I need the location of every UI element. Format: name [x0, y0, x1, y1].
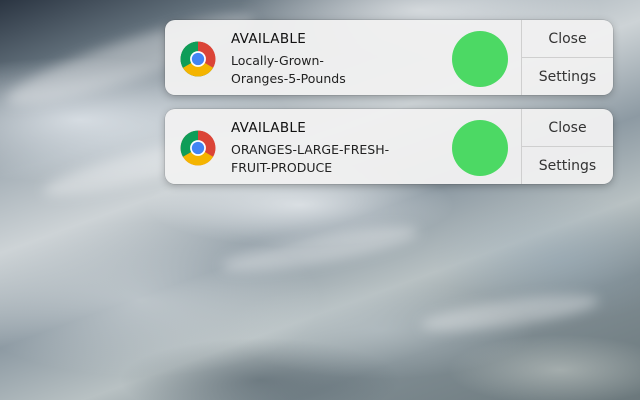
notification-message-line: ORANGES-LARGE-FRESH-	[231, 142, 390, 157]
notification-message: Locally-Grown- Oranges-5-Pounds	[231, 52, 431, 88]
notification-content[interactable]: AVAILABLE ORANGES-LARGE-FRESH- FRUIT-PRO…	[165, 109, 521, 184]
notification-actions: Close Settings	[521, 20, 613, 95]
close-button[interactable]: Close	[522, 109, 613, 146]
notification-message: ORANGES-LARGE-FRESH- FRUIT-PRODUCE	[231, 141, 431, 177]
settings-button[interactable]: Settings	[522, 146, 613, 184]
notification-actions: Close Settings	[521, 109, 613, 184]
notification-content[interactable]: AVAILABLE Locally-Grown- Oranges-5-Pound…	[165, 20, 521, 95]
notification-message-line: FRUIT-PRODUCE	[231, 160, 333, 175]
notification-banner[interactable]: AVAILABLE ORANGES-LARGE-FRESH- FRUIT-PRO…	[165, 109, 613, 184]
notification-message-line: Oranges-5-Pounds	[231, 71, 346, 86]
chrome-icon	[180, 130, 216, 166]
settings-button[interactable]: Settings	[522, 57, 613, 95]
content-image-green-circle	[452, 31, 508, 87]
cloud-streak	[419, 287, 601, 339]
content-image-green-circle	[452, 120, 508, 176]
notification-message-line: Locally-Grown-	[231, 53, 324, 68]
notification-title: AVAILABLE	[231, 120, 307, 136]
desktop-wallpaper: AVAILABLE Locally-Grown- Oranges-5-Pound…	[0, 0, 640, 400]
cloud-streak	[219, 217, 421, 281]
close-button[interactable]: Close	[522, 20, 613, 57]
chrome-icon	[180, 41, 216, 77]
notification-title: AVAILABLE	[231, 31, 307, 47]
notification-banner[interactable]: AVAILABLE Locally-Grown- Oranges-5-Pound…	[165, 20, 613, 95]
